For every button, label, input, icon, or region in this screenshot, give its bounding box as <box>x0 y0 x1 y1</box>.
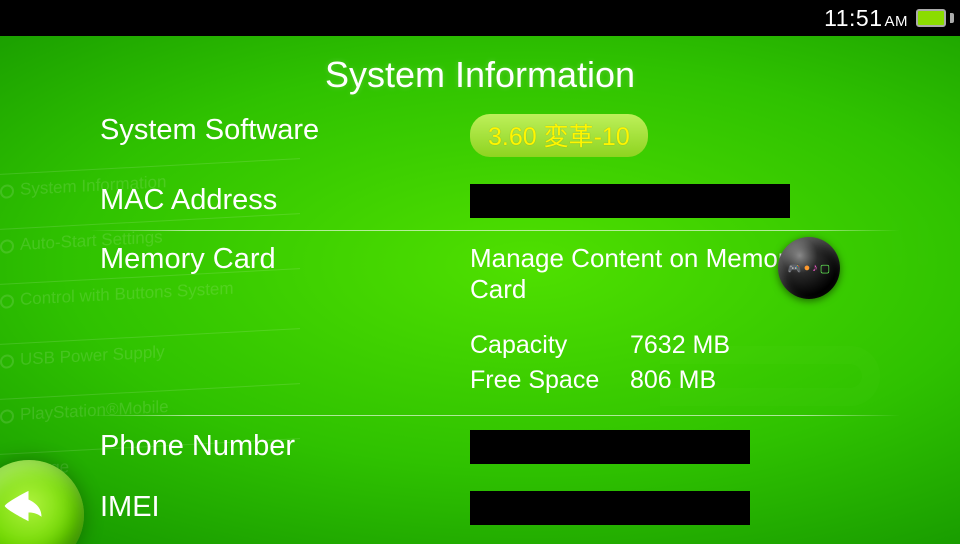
clock-time: 11:51 <box>824 5 882 31</box>
row-imei: IMEI <box>100 477 870 535</box>
clock: 11:51AM <box>824 5 908 32</box>
row-system-software: System Software 3.60 変革-10 <box>100 100 870 170</box>
row-memory-card: Memory Card Manage Content on Memory Car… <box>100 231 870 415</box>
capacity-label: Capacity <box>470 328 630 363</box>
label-system-software: System Software <box>100 114 470 147</box>
clock-ampm: AM <box>885 13 909 30</box>
software-version-pill: 3.60 変革-10 <box>470 114 648 157</box>
capacity-row: Capacity 7632 MB <box>470 328 870 363</box>
label-memory-card: Memory Card <box>100 243 470 276</box>
freespace-value: 806 MB <box>630 363 716 398</box>
manage-content-link[interactable]: Manage Content on Memory Card <box>470 243 800 305</box>
back-arrow-icon <box>0 480 48 532</box>
screen: System Information Auto-Start Settings C… <box>0 36 960 544</box>
value-mac-address <box>470 184 870 218</box>
redacted-imei <box>470 491 750 525</box>
redacted-mac <box>470 184 790 218</box>
label-mac-address: MAC Address <box>100 184 470 217</box>
value-phone-number <box>470 430 870 464</box>
status-bar: 11:51AM <box>0 0 960 36</box>
label-phone-number: Phone Number <box>100 430 470 463</box>
row-mac-address: MAC Address <box>100 170 870 231</box>
redacted-phone <box>470 430 750 464</box>
freespace-label: Free Space <box>470 363 630 398</box>
battery-icon <box>916 9 950 27</box>
content-manager-icon[interactable]: 🎮●♪▢ <box>778 237 840 299</box>
value-imei <box>470 491 870 525</box>
capacity-value: 7632 MB <box>630 328 730 363</box>
row-phone-number: Phone Number <box>100 416 870 477</box>
freespace-row: Free Space 806 MB <box>470 363 870 398</box>
label-imei: IMEI <box>100 491 470 524</box>
content: System Software 3.60 変革-10 MAC Address M… <box>0 100 960 535</box>
page-title: System Information <box>0 36 960 100</box>
value-system-software: 3.60 変革-10 <box>470 114 870 157</box>
